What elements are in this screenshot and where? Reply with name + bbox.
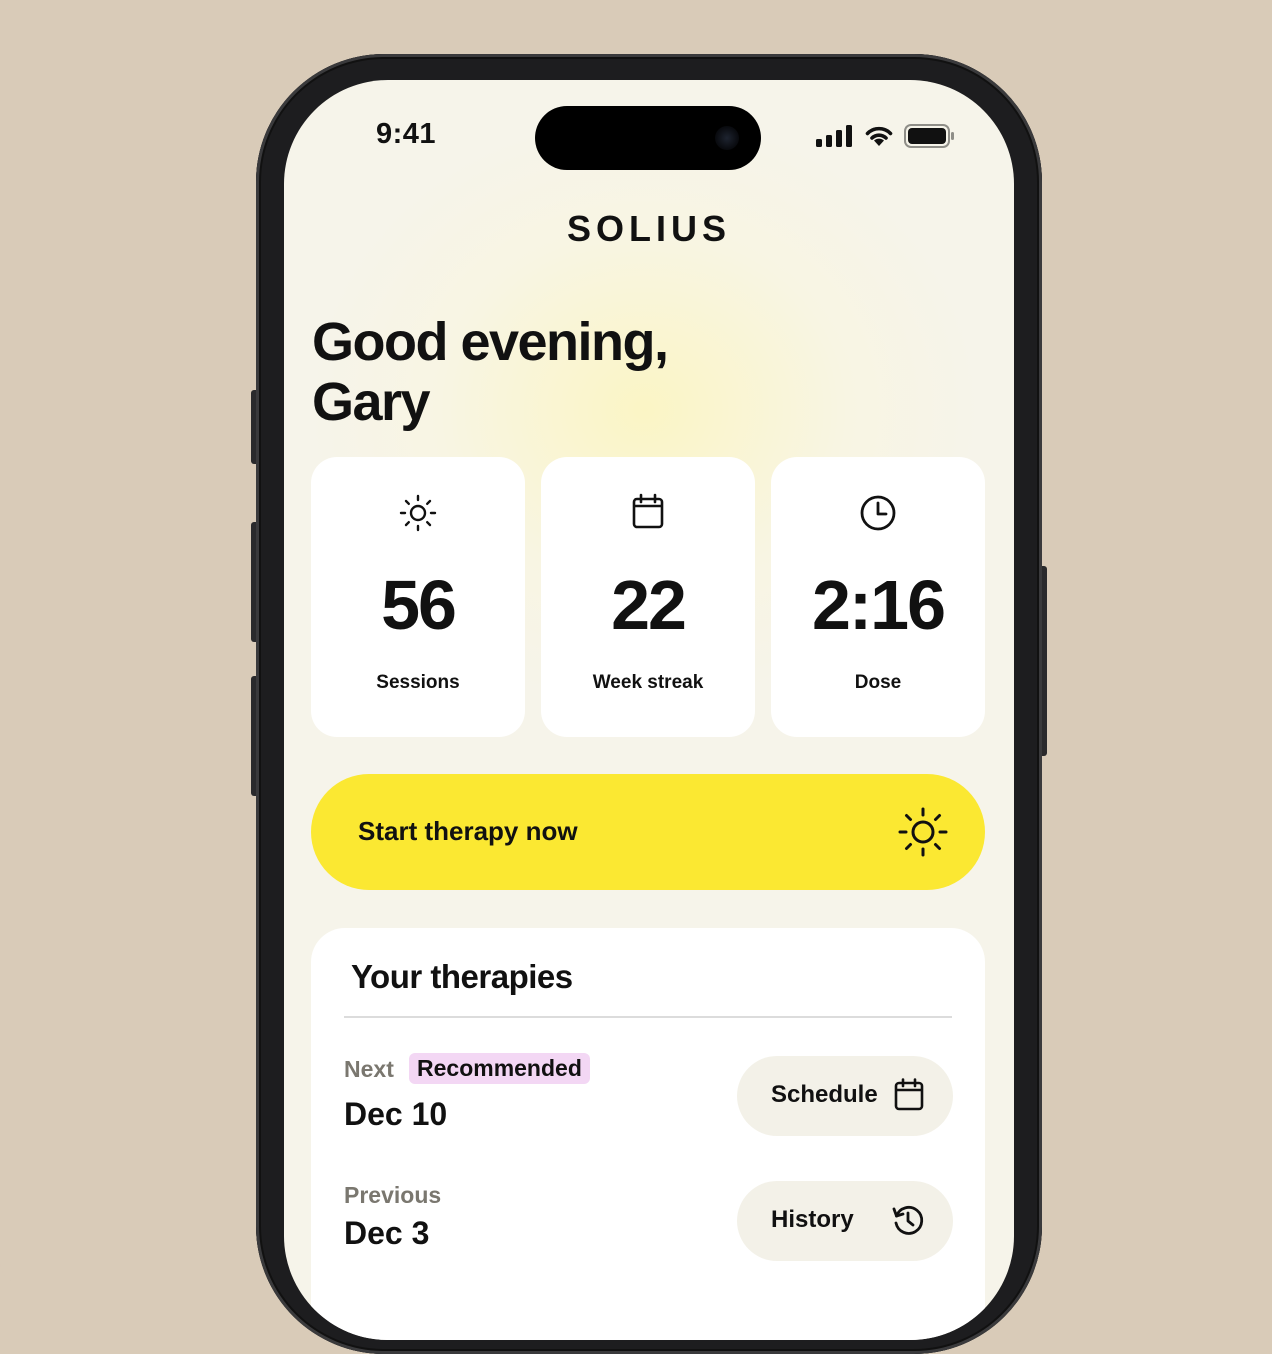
greeting: Good evening, Gary (312, 312, 669, 432)
signal-icon (816, 125, 852, 147)
calendar-icon (894, 1078, 924, 1111)
stat-card-sessions: 56 Sessions (311, 457, 525, 737)
app-logo: SOLIUS (566, 208, 731, 249)
previous-date: Dec 3 (344, 1215, 430, 1251)
recommended-badge: Recommended (409, 1053, 590, 1084)
dose-label: Dose (854, 672, 902, 693)
sun-icon (898, 807, 948, 857)
previous-label: Previous (344, 1182, 442, 1208)
user-name: Gary (312, 372, 431, 432)
status-time: 9:41 (376, 118, 437, 150)
sessions-label: Sessions (376, 672, 460, 693)
clock-icon (860, 495, 896, 531)
dose-value: 2:16 (811, 566, 946, 644)
battery-icon (904, 124, 954, 148)
camera-icon (715, 126, 739, 150)
app-screen: 9:41 SOLIUS Good evening, Gary 56 Sessio… (284, 80, 1014, 1340)
calendar-icon (632, 493, 664, 529)
next-date: Dec 10 (344, 1096, 448, 1132)
history-icon (892, 1206, 924, 1235)
sun-icon (399, 494, 437, 532)
week-streak-label: Week streak (592, 672, 704, 693)
start-therapy-button[interactable]: Start therapy now (311, 774, 985, 890)
start-therapy-label: Start therapy now (358, 816, 578, 846)
week-streak-value: 22 (611, 566, 687, 644)
stat-card-week-streak: 22 Week streak (541, 457, 755, 737)
history-label: History (771, 1206, 854, 1233)
schedule-label: Schedule (771, 1081, 878, 1108)
status-icons (816, 124, 956, 148)
divider (344, 1016, 952, 1018)
wifi-icon (865, 126, 893, 146)
history-button[interactable]: History (737, 1181, 953, 1261)
schedule-button[interactable]: Schedule (737, 1056, 953, 1136)
sessions-value: 56 (381, 566, 457, 644)
dynamic-island (535, 106, 761, 170)
therapies-panel: Your therapies Next Recommended Dec 10 S… (311, 928, 985, 1340)
greeting-line-1: Good evening, (312, 312, 669, 372)
stat-card-dose: 2:16 Dose (771, 457, 985, 737)
therapies-title: Your therapies (351, 958, 573, 995)
next-label: Next (344, 1056, 394, 1082)
